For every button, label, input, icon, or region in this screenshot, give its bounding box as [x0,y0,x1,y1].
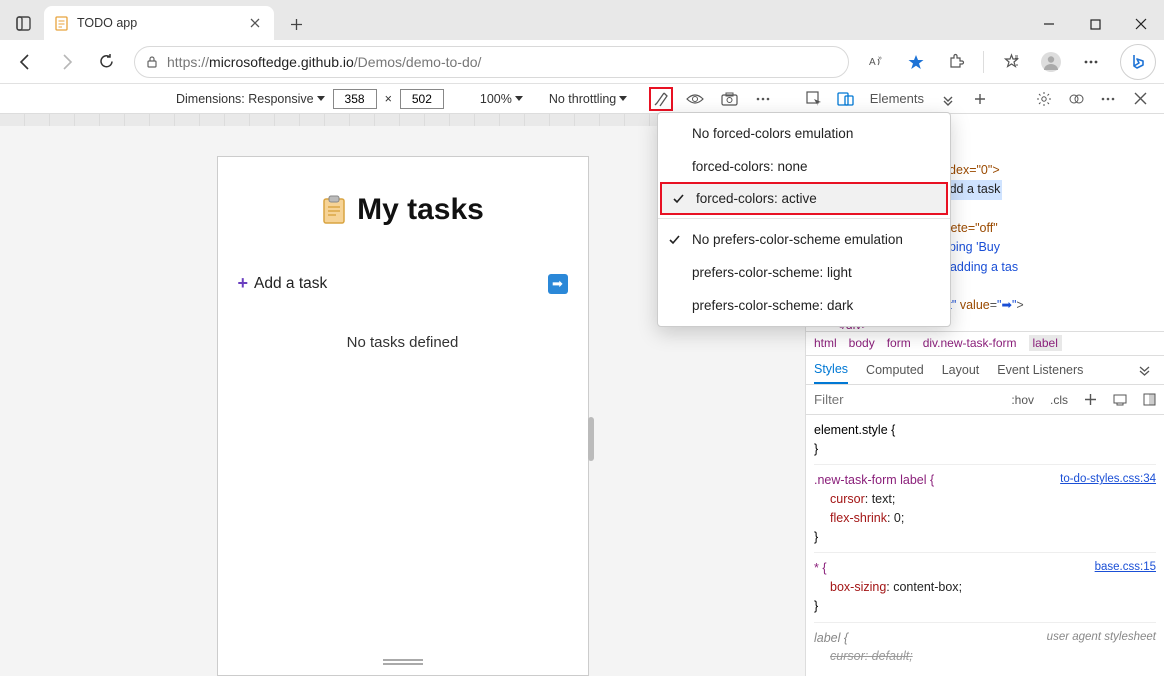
empty-state-text: No tasks defined [347,334,459,351]
page-title: My tasks [321,193,484,227]
add-task-label: Add a task [254,275,327,293]
rendering-emulation-menu: No forced-colors emulation forced-colors… [657,112,951,327]
more-button[interactable] [1074,45,1108,79]
refresh-button[interactable] [88,44,124,80]
menu-item-forced-colors-active[interactable]: forced-colors: active [660,182,948,215]
address-bar: https://microsoftedge.github.io/Demos/de… [0,40,1164,84]
emulate-vision-button[interactable] [683,87,707,111]
more-styles-tabs-button[interactable] [1132,358,1156,382]
toggle-device-button[interactable] [834,87,858,111]
new-style-rule-button[interactable] [1076,393,1105,406]
url-input[interactable]: https://microsoftedge.github.io/Demos/de… [134,46,849,78]
read-aloud-button[interactable]: A» [859,45,893,79]
resize-handle[interactable] [383,659,423,667]
issues-button[interactable] [1064,87,1088,111]
new-tab-button[interactable] [280,8,312,40]
bing-chat-button[interactable] [1120,44,1156,80]
close-devtools-button[interactable] [1128,87,1152,111]
elements-tab[interactable]: Elements [866,91,928,106]
tab-computed[interactable]: Computed [866,357,924,383]
site-info-icon[interactable] [145,55,159,69]
dimension-separator: × [385,92,392,106]
separator [983,51,984,73]
tab-actions-button[interactable] [6,6,40,40]
menu-separator [658,218,950,219]
scrollbar-thumb[interactable] [588,417,594,461]
menu-item-forced-colors-none[interactable]: forced-colors: none [658,150,950,183]
styles-tab-bar: Styles Computed Layout Event Listeners [806,356,1164,386]
width-input[interactable] [333,89,377,109]
svg-text:»: » [878,55,882,62]
height-input[interactable] [400,89,444,109]
check-icon [672,192,685,205]
svg-text:A: A [869,57,876,68]
settings-button[interactable] [1032,87,1056,111]
computed-sidebar-button[interactable] [1105,394,1135,406]
submit-task-button[interactable]: ➡ [548,274,568,294]
emulate-rendering-button[interactable] [649,87,673,111]
breadcrumb[interactable]: htmlbodyformdiv.new-task-formlabel [806,331,1164,356]
favorites-bar-button[interactable] [994,45,1028,79]
styles-toolbar: :hov .cls [806,385,1164,415]
styles-filter-input[interactable] [806,385,1003,414]
zoom-dropdown[interactable]: 100% [480,92,523,106]
hov-toggle[interactable]: :hov [1003,393,1042,407]
tab-event-listeners[interactable]: Event Listeners [997,357,1083,383]
close-tab-button[interactable] [246,14,264,32]
window-minimize-button[interactable] [1026,8,1072,40]
browser-tab[interactable]: TODO app [44,6,274,40]
tab-layout[interactable]: Layout [942,357,980,383]
forward-button [48,44,84,80]
dimensions-dropdown[interactable]: Dimensions: Responsive [176,92,325,106]
devtools-more-button[interactable] [1096,87,1120,111]
window-close-button[interactable] [1118,8,1164,40]
tab-title: TODO app [77,16,238,30]
favorite-button[interactable] [899,45,933,79]
clipboard-icon [321,195,347,225]
plus-icon: + [238,273,249,294]
page-favicon-icon [54,16,69,31]
source-link[interactable]: to-do-styles.css:34 [1060,471,1156,488]
menu-item-color-scheme-light[interactable]: prefers-color-scheme: light [658,256,950,289]
back-button[interactable] [8,44,44,80]
device-toolbar: Dimensions: Responsive × 100% No throttl… [0,84,1164,114]
cls-toggle[interactable]: .cls [1042,393,1076,407]
styles-more-button[interactable] [1135,393,1164,406]
menu-item-no-forced-colors[interactable]: No forced-colors emulation [658,117,950,150]
new-tab-devtools-button[interactable] [968,87,992,111]
url-text: https://microsoftedge.github.io/Demos/de… [167,54,481,70]
capture-screenshot-button[interactable] [717,87,741,111]
menu-item-color-scheme-dark[interactable]: prefers-color-scheme: dark [658,289,950,322]
css-rules[interactable]: element.style { } to-do-styles.css:34 .n… [806,415,1164,676]
more-tabs-button[interactable] [936,87,960,111]
check-icon [668,233,681,246]
inspect-element-button[interactable] [802,87,826,111]
window-titlebar: TODO app [0,0,1164,40]
extensions-button[interactable] [939,45,973,79]
throttling-dropdown[interactable]: No throttling [549,92,627,106]
source-link[interactable]: base.css:15 [1095,559,1156,576]
profile-button[interactable] [1034,45,1068,79]
tab-styles[interactable]: Styles [814,356,848,384]
add-task-row[interactable]: + Add a task ➡ [238,273,568,294]
device-toolbar-more-button[interactable] [751,87,775,111]
window-maximize-button[interactable] [1072,8,1118,40]
page-frame[interactable]: My tasks + Add a task ➡ No tasks defined [217,156,589,676]
menu-item-no-color-scheme[interactable]: No prefers-color-scheme emulation [658,223,950,256]
